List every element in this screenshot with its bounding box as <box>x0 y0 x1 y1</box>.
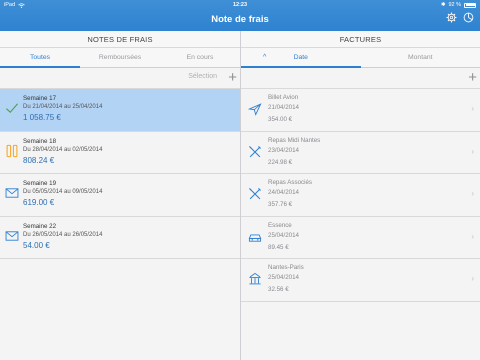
add-facture-button[interactable]: + <box>468 68 477 88</box>
check-icon <box>6 103 19 113</box>
tab-date[interactable]: ^ Date <box>241 48 361 68</box>
page-title: Note de frais <box>211 14 269 25</box>
bluetooth-icon: ✱ <box>440 2 446 8</box>
notes-panel: NOTES DE FRAIS Toutes Remboursées En cou… <box>0 31 240 360</box>
note-amount: 1 058.75 € <box>23 113 61 122</box>
status-right: ✱ 92 % <box>441 2 476 8</box>
facture-row[interactable]: Repas Associés 24/04/2014 357.76 € › <box>241 174 480 217</box>
pause-icon <box>6 144 18 157</box>
selection-button[interactable]: Sélection <box>188 73 217 80</box>
tab-date-label: Date <box>293 54 308 61</box>
add-note-button[interactable]: + <box>228 68 237 88</box>
note-amount: 54.00 € <box>23 240 50 250</box>
note-range: Du 05/05/2014 au 09/05/2014 <box>23 189 103 195</box>
facture-amount: 354.00 € <box>268 116 293 123</box>
tab-en-cours[interactable]: En cours <box>160 48 240 67</box>
facture-name: Essence <box>268 221 292 229</box>
notes-toolbar: Sélection + <box>0 68 240 88</box>
car-icon <box>248 233 262 242</box>
facture-date: 23/04/2014 <box>268 146 299 154</box>
note-range: Du 21/04/2014 au 25/04/2014 <box>23 104 103 110</box>
factures-tabs: ^ Date Montant <box>241 48 480 68</box>
note-range: Du 26/05/2014 au 26/05/2014 <box>23 231 103 238</box>
facture-name: Nantes-Paris <box>268 264 304 271</box>
facture-row[interactable]: Essence 25/04/2014 89.45 € › <box>241 217 480 259</box>
status-time: 12:23 <box>232 2 248 8</box>
envelope-icon <box>5 188 19 198</box>
gear-icon[interactable] <box>446 12 457 23</box>
chevron-right-icon: › <box>471 146 474 156</box>
cutlery-icon <box>249 145 261 157</box>
facture-name: Billet Avion <box>268 94 299 101</box>
status-bar: iPad 12:23 ✱ 92 % <box>0 0 480 10</box>
cutlery-icon <box>249 188 261 200</box>
tab-remboursees[interactable]: Remboursées <box>80 48 160 67</box>
note-week: Semaine 19 <box>23 180 57 187</box>
battery-percent: 92 % <box>448 2 461 8</box>
facture-name: Repas Midi Nantes <box>268 136 321 144</box>
facture-amount: 89.45 € <box>268 243 289 251</box>
tab-montant[interactable]: Montant <box>361 48 480 67</box>
facture-row[interactable]: Nantes-Paris 25/04/2014 32.56 € › <box>241 259 480 302</box>
note-row[interactable]: Semaine 18 Du 28/04/2014 au 02/05/2014 8… <box>0 131 240 174</box>
facture-row[interactable]: Repas Midi Nantes 23/04/2014 224.98 € › <box>241 132 480 174</box>
note-amount: 619.00 € <box>23 198 55 207</box>
top-actions <box>446 12 474 23</box>
facture-date: 21/04/2014 <box>268 104 299 111</box>
note-range: Du 28/04/2014 au 02/05/2014 <box>23 146 103 153</box>
note-row[interactable]: Semaine 17 Du 21/04/2014 au 25/04/2014 1… <box>0 89 240 132</box>
facture-amount: 357.76 € <box>268 201 293 208</box>
note-week: Semaine 22 <box>23 222 57 230</box>
chevron-right-icon: › <box>471 104 474 113</box>
notes-tabs: Toutes Remboursées En cours <box>0 48 240 68</box>
facture-date: 24/04/2014 <box>268 189 299 196</box>
battery-icon <box>464 2 476 8</box>
chart-pie-icon[interactable] <box>463 12 474 23</box>
chevron-right-icon: › <box>471 274 474 283</box>
note-week: Semaine 17 <box>23 95 57 102</box>
facture-amount: 224.98 € <box>268 158 293 166</box>
tab-toutes[interactable]: Toutes <box>0 48 80 68</box>
notes-list: Semaine 17 Du 21/04/2014 au 25/04/2014 1… <box>0 88 240 259</box>
facture-row[interactable]: Billet Avion 21/04/2014 354.00 € › <box>241 89 480 132</box>
top-bar: iPad 12:23 ✱ 92 % Note de frais <box>0 0 480 31</box>
factures-list: Billet Avion 21/04/2014 354.00 € › Repas… <box>241 88 480 302</box>
note-row[interactable]: Semaine 19 Du 05/05/2014 au 09/05/2014 6… <box>0 174 240 217</box>
note-row[interactable]: Semaine 22 Du 26/05/2014 au 26/05/2014 5… <box>0 216 240 259</box>
factures-panel: FACTURES ^ Date Montant + Billet Avion 2… <box>241 31 480 360</box>
toll-icon <box>249 272 261 285</box>
plane-icon <box>248 103 262 116</box>
facture-amount: 32.56 € <box>268 286 289 293</box>
factures-section-title: FACTURES <box>241 31 480 48</box>
note-week: Semaine 18 <box>23 137 57 145</box>
facture-date: 25/04/2014 <box>268 231 299 239</box>
chevron-right-icon: › <box>471 231 474 241</box>
notes-section-title: NOTES DE FRAIS <box>0 31 240 48</box>
factures-toolbar: + <box>241 68 480 88</box>
envelope-icon <box>5 230 19 241</box>
facture-name: Repas Associés <box>268 179 313 186</box>
note-amount: 808.24 € <box>23 155 55 165</box>
facture-date: 25/04/2014 <box>268 274 299 281</box>
chevron-right-icon: › <box>471 189 474 198</box>
sort-ascending-icon: ^ <box>263 54 267 61</box>
